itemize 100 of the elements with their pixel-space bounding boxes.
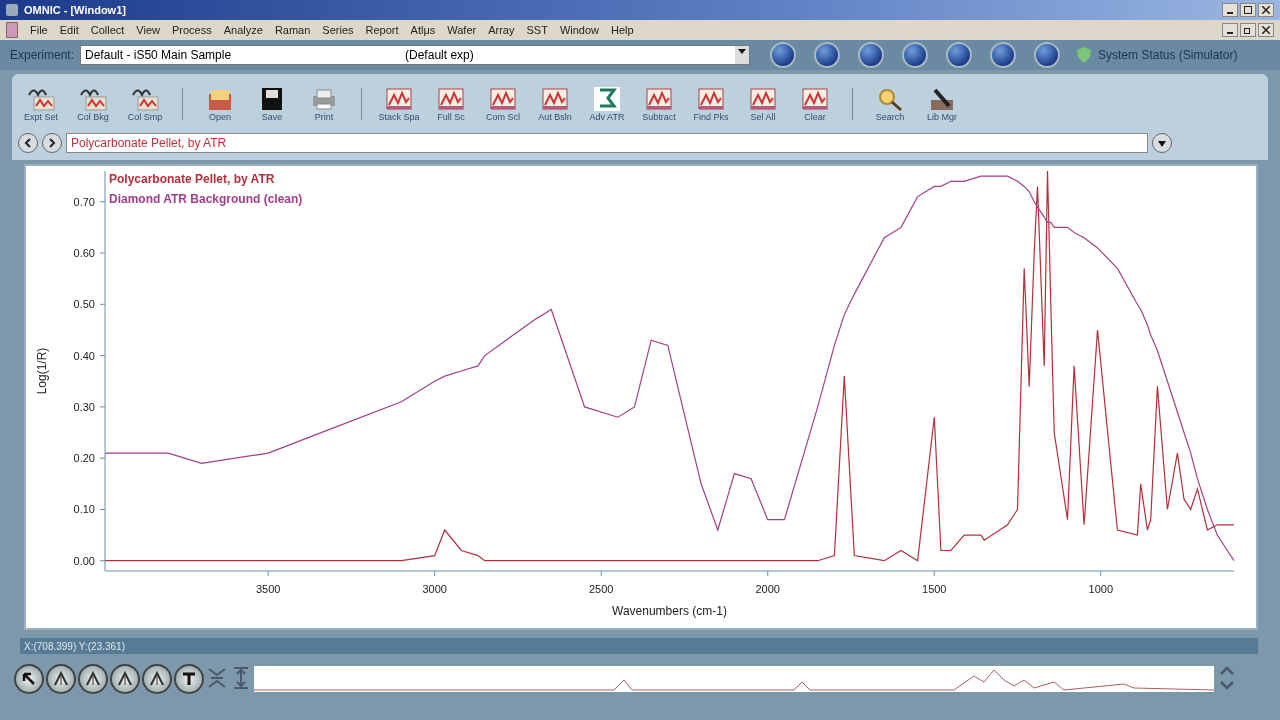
x-tick-label: 2000 xyxy=(755,583,780,595)
x-tick-label: 1000 xyxy=(1088,583,1114,595)
zoom-out-icon xyxy=(231,664,251,691)
peak-icon xyxy=(116,670,134,688)
close-button[interactable] xyxy=(1258,3,1274,17)
cursor-coordinates: X:(708.399) Y:(23.361) xyxy=(24,640,125,652)
spectrum-window-icon xyxy=(384,86,414,112)
peak-icon xyxy=(52,670,70,688)
experiment-label: Experiment: xyxy=(10,48,75,62)
spectrum-window-icon xyxy=(696,86,726,112)
instrument-button[interactable] xyxy=(902,42,929,68)
tool-button[interactable] xyxy=(46,664,76,694)
tool-button[interactable] xyxy=(14,664,44,694)
next-button[interactable] xyxy=(42,133,62,153)
toolbar-button[interactable]: Col Smp xyxy=(122,86,168,122)
spectrum-window-icon xyxy=(436,86,466,112)
spectrum-selector[interactable]: Polycarbonate Pellet, by ATR xyxy=(66,133,1148,153)
maximize-icon xyxy=(1244,6,1252,14)
x-tick-label: 2500 xyxy=(589,583,614,595)
toolbar-button[interactable]: Col Bkg xyxy=(70,86,116,122)
tool-button[interactable] xyxy=(174,664,204,694)
y-tick-label: 0.30 xyxy=(73,400,95,413)
menu-item[interactable]: Process xyxy=(172,24,212,36)
legend-label: Polycarbonate Pellet, by ATR xyxy=(109,172,275,186)
y-tick-label: 0.70 xyxy=(73,195,95,208)
toolbar-button[interactable]: Find Pks xyxy=(688,86,734,122)
toolbar-button[interactable]: Expt Set xyxy=(18,86,64,122)
menu-item[interactable]: Wafer xyxy=(447,24,477,36)
dropdown-button[interactable] xyxy=(1152,133,1172,153)
toolbar-button[interactable]: Subtract xyxy=(636,86,682,122)
menu-item[interactable]: Raman xyxy=(274,24,311,36)
system-status-label[interactable]: System Status (Simulator) xyxy=(1098,48,1238,62)
toolbar-button[interactable]: Aut Bsln xyxy=(532,86,578,122)
x-axis-label: Wavenumbers (cm-1) xyxy=(612,604,727,618)
shield-icon xyxy=(1076,46,1093,64)
toolbar-button[interactable]: Search xyxy=(867,86,913,122)
instrument-button[interactable] xyxy=(858,42,885,68)
atr-crystal-icon xyxy=(592,86,622,112)
toolbar-button[interactable]: Print xyxy=(301,86,347,122)
tool-button[interactable] xyxy=(110,664,140,694)
menu-item[interactable]: View xyxy=(136,24,160,36)
up-down-arrow-icon xyxy=(1217,664,1237,691)
y-axis-label: Log(1/R) xyxy=(35,347,49,395)
toolbar-button[interactable]: Com Scl xyxy=(480,86,526,122)
menu-item[interactable]: Window xyxy=(559,24,599,36)
tool-button[interactable] xyxy=(78,664,108,694)
toolbar-button[interactable]: Stack Spa xyxy=(376,86,422,122)
menu-item[interactable]: Series xyxy=(322,24,354,36)
spectrum-window-icon xyxy=(488,86,518,112)
maximize-button[interactable] xyxy=(1240,3,1256,17)
minimize-button[interactable] xyxy=(1222,23,1238,37)
y-tick-label: 0.00 xyxy=(73,554,95,567)
toolbar-button[interactable]: Save xyxy=(249,86,295,122)
y-tick-label: 0.60 xyxy=(73,247,95,260)
menu-item[interactable]: Analyze xyxy=(223,24,263,36)
toolbar-button[interactable]: Open xyxy=(197,86,243,122)
menu-item[interactable]: Atlμs xyxy=(410,24,436,36)
instrument-button[interactable] xyxy=(946,42,973,68)
x-tick-label: 1500 xyxy=(922,583,947,595)
instrument-button[interactable] xyxy=(770,42,797,68)
spectrum-window-icon xyxy=(540,86,570,112)
y-tick-label: 0.40 xyxy=(73,349,95,362)
toolbar-button[interactable]: Sel All xyxy=(740,86,786,122)
text-tool-icon xyxy=(180,670,198,688)
menu-item[interactable]: Array xyxy=(488,24,515,36)
close-icon xyxy=(1262,6,1270,14)
restore-icon xyxy=(1244,26,1252,34)
window-title: OMNIC - [Window1] xyxy=(24,4,126,16)
x-tick-label: 3000 xyxy=(422,583,447,595)
close-icon xyxy=(1262,26,1270,34)
tool-button[interactable] xyxy=(142,664,172,694)
menu-item[interactable]: Report xyxy=(365,24,399,36)
peak-icon xyxy=(148,670,166,688)
y-tick-label: 0.10 xyxy=(73,503,95,516)
instrument-button[interactable] xyxy=(814,42,841,68)
menu-item[interactable]: Edit xyxy=(59,24,79,36)
previous-button[interactable] xyxy=(18,133,38,153)
y-tick-label: 0.20 xyxy=(73,452,95,465)
instrument-button[interactable] xyxy=(1034,42,1061,68)
legend-label: Diamond ATR Background (clean) xyxy=(109,192,303,206)
restore-button[interactable] xyxy=(1240,23,1256,37)
document-icon xyxy=(6,22,18,38)
y-tick-label: 0.50 xyxy=(73,298,95,311)
peak-icon xyxy=(84,670,102,688)
spectrum-window-icon xyxy=(644,86,674,112)
menu-item[interactable]: File xyxy=(30,24,48,36)
toolbar-button[interactable]: Full Sc xyxy=(428,86,474,122)
experiment-dropdown[interactable]: Default - iS50 Main Sample (Default exp) xyxy=(80,45,751,65)
spectrum-window-icon xyxy=(748,86,778,112)
minimize-button[interactable] xyxy=(1222,3,1238,17)
app-icon xyxy=(6,4,18,16)
toolbar-button[interactable]: Adv ATR xyxy=(584,86,630,122)
menu-item[interactable]: Help xyxy=(611,24,634,36)
menu-item[interactable]: Collect xyxy=(90,24,125,36)
spectrum-window-icon xyxy=(800,86,830,112)
instrument-button[interactable] xyxy=(990,42,1017,68)
menu-item[interactable]: SST xyxy=(526,24,548,36)
toolbar-button[interactable]: Clear xyxy=(792,86,838,122)
close-button[interactable] xyxy=(1258,23,1274,37)
toolbar-button[interactable]: Lib Mgr xyxy=(919,86,965,122)
